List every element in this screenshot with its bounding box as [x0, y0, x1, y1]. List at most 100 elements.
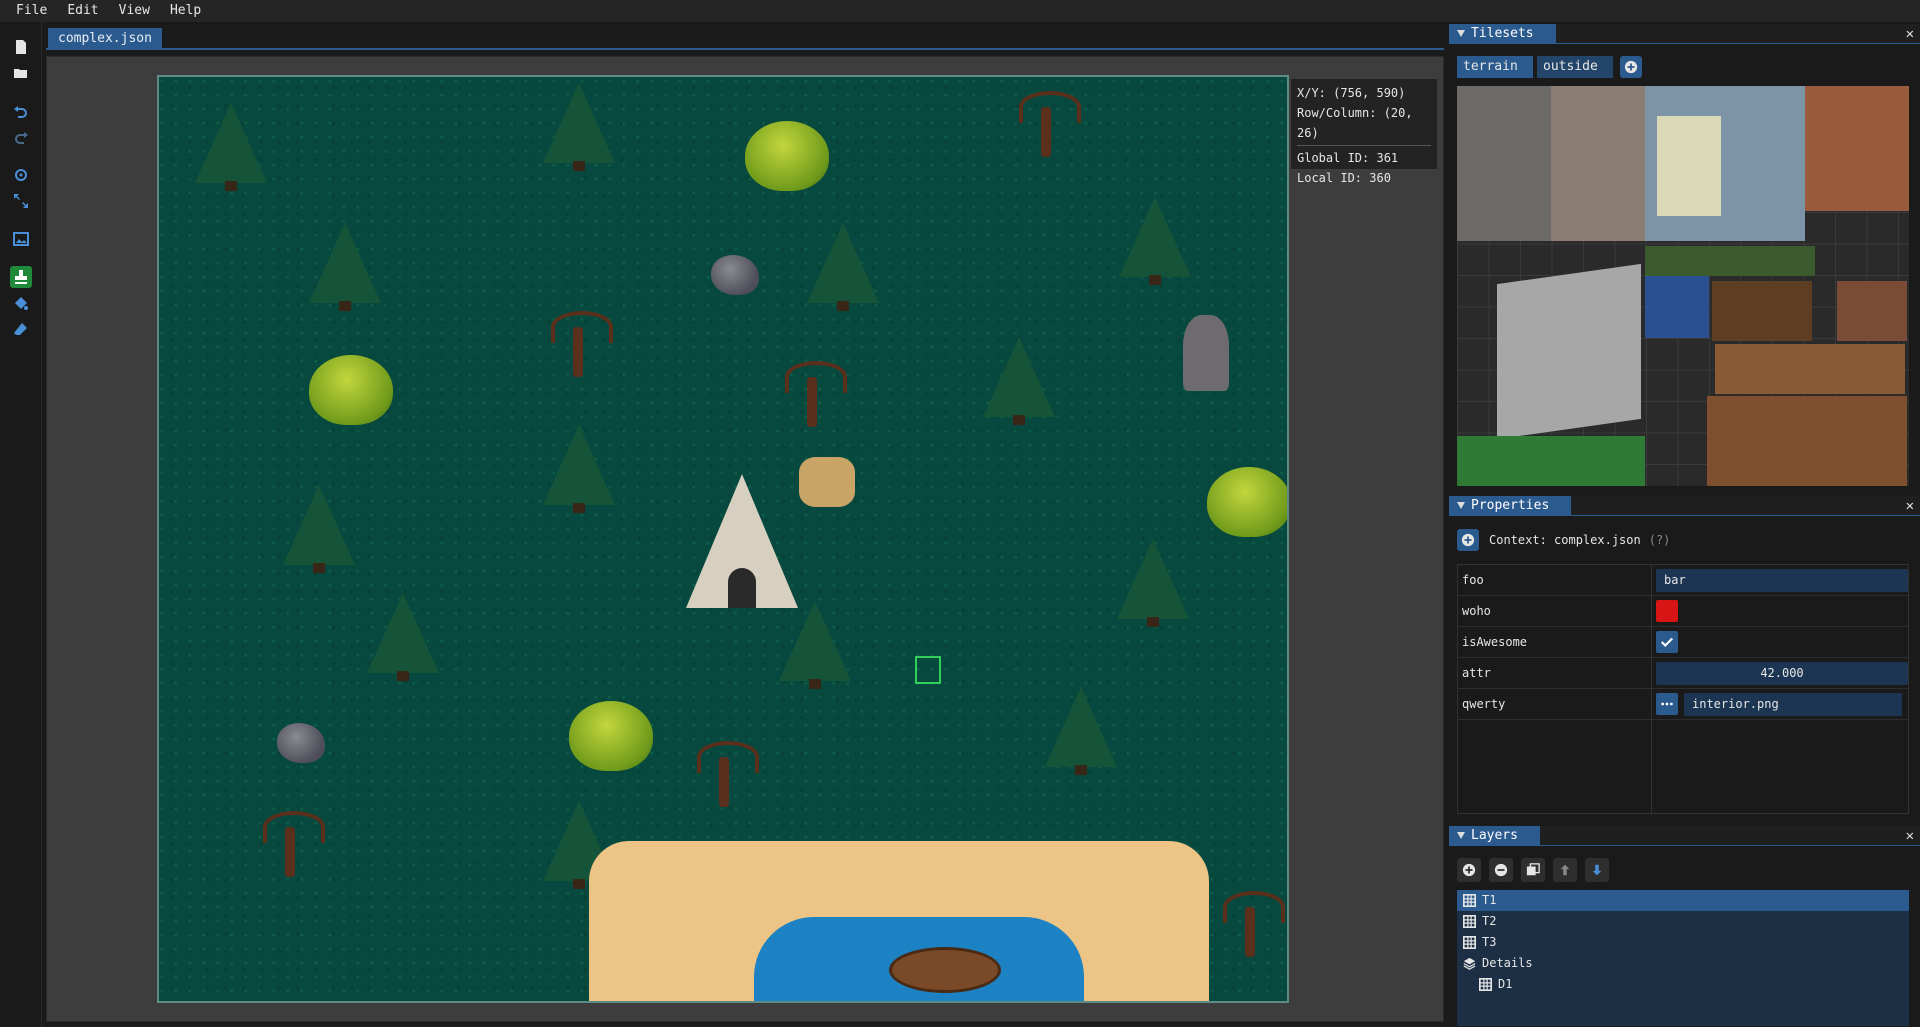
bush: [1207, 467, 1287, 537]
stone-floor-tiles: [1551, 86, 1645, 241]
layer-name: D1: [1498, 977, 1513, 991]
open-map-button[interactable]: [10, 62, 32, 84]
dead-tree: [1019, 91, 1081, 157]
tile-layer-icon: [1463, 894, 1476, 907]
property-name: foo: [1462, 573, 1484, 587]
menu-file[interactable]: File: [6, 0, 57, 22]
tile-map[interactable]: [157, 75, 1289, 1003]
bucket-tool-button[interactable]: [10, 292, 32, 314]
map-viewport[interactable]: X/Y: (756, 590) Row/Column: (20, 26) Glo…: [46, 56, 1444, 1022]
property-float-field[interactable]: 42.000: [1656, 662, 1908, 685]
tileset-tab-terrain[interactable]: terrain: [1457, 56, 1533, 78]
layer-toolbar: [1457, 858, 1617, 882]
move-layer-down-button[interactable]: [1585, 858, 1609, 882]
tile-cursor: [915, 656, 941, 684]
layer-item[interactable]: D1: [1457, 974, 1909, 995]
rock: [711, 255, 759, 295]
tilesets-panel-header: Tilesets ✕: [1449, 24, 1920, 44]
property-checkbox[interactable]: [1656, 631, 1678, 653]
property-name: attr: [1462, 666, 1491, 680]
dead-tree: [785, 361, 847, 427]
rock: [277, 723, 325, 763]
tileset-tab-outside[interactable]: outside: [1537, 56, 1613, 78]
redo-button[interactable]: [10, 126, 32, 148]
remove-layer-button[interactable]: [1489, 858, 1513, 882]
sacks: [799, 457, 855, 507]
paving-tiles: [1497, 263, 1641, 440]
property-name: isAwesome: [1462, 635, 1528, 649]
brick-wall-tiles: [1805, 86, 1909, 211]
property-row: woho: [1458, 596, 1908, 627]
close-icon[interactable]: ✕: [1906, 496, 1914, 516]
crate-tiles: [1837, 281, 1907, 341]
stamp-tool-button[interactable]: [10, 266, 32, 288]
tile-layer-icon: [1479, 978, 1492, 991]
hover-xy: X/Y: (756, 590): [1297, 86, 1406, 100]
layer-item[interactable]: T3: [1457, 932, 1909, 953]
close-icon[interactable]: ✕: [1906, 826, 1914, 846]
flower-tiles: [1645, 246, 1815, 276]
menu-edit[interactable]: Edit: [57, 0, 108, 22]
resize-map-button[interactable]: [10, 190, 32, 212]
layer-name: Details: [1482, 956, 1533, 970]
layer-item[interactable]: T2: [1457, 911, 1909, 932]
move-layer-up-button[interactable]: [1553, 858, 1577, 882]
boat: [889, 947, 1001, 993]
property-row: isAwesome: [1458, 627, 1908, 658]
new-map-button[interactable]: [10, 36, 32, 58]
tileset-view[interactable]: [1457, 86, 1909, 486]
menu-view[interactable]: View: [109, 0, 160, 22]
tile-layer-icon: [1463, 915, 1476, 928]
layer-name: T1: [1482, 893, 1497, 907]
pine-tree: [195, 103, 267, 191]
duplicate-layer-button[interactable]: [1521, 858, 1545, 882]
properties-panel-title[interactable]: Properties: [1449, 496, 1572, 516]
properties-panel-header: Properties ✕: [1449, 496, 1920, 516]
folder-open-icon: [14, 69, 27, 78]
paint-bucket-icon: [15, 297, 28, 310]
plus-icon: [1461, 533, 1475, 547]
grass-tiles: [1457, 436, 1645, 486]
property-name: woho: [1462, 604, 1491, 618]
pine-tree: [1119, 197, 1191, 285]
dead-tree: [263, 811, 325, 877]
bush: [569, 701, 653, 771]
layer-item[interactable]: Details: [1457, 953, 1909, 974]
collapse-arrow-icon[interactable]: [1457, 30, 1465, 37]
context-help[interactable]: (?): [1649, 533, 1671, 547]
eraser-tool-button[interactable]: [10, 318, 32, 340]
browse-file-button[interactable]: [1656, 693, 1678, 715]
hover-global-id: Global ID: 361: [1297, 151, 1399, 165]
checkmark-icon: [1660, 637, 1674, 648]
property-row: qwerty interior.png: [1458, 689, 1908, 720]
undo-icon: [14, 106, 27, 118]
center-viewport-button[interactable]: [10, 164, 32, 186]
layer-item[interactable]: T1: [1457, 890, 1909, 911]
collapse-arrow-icon[interactable]: [1457, 502, 1465, 509]
pine-tree: [779, 601, 851, 689]
property-name: qwerty: [1462, 697, 1506, 711]
pale-tiles: [1657, 116, 1721, 216]
group-layer-icon: [1463, 957, 1476, 970]
add-tileset-tab-button[interactable]: [1620, 56, 1642, 78]
document-tab[interactable]: complex.json: [48, 28, 162, 50]
menu-help[interactable]: Help: [160, 0, 211, 22]
menu-bar: File Edit View Help: [0, 0, 1920, 22]
blue-water-tile: [1645, 274, 1709, 338]
dead-tree: [551, 311, 613, 377]
new-file-icon: [16, 40, 26, 54]
add-layer-button[interactable]: [1457, 858, 1481, 882]
property-file-field[interactable]: interior.png: [1684, 693, 1902, 716]
add-tileset-button[interactable]: [10, 228, 32, 250]
bridge-tiles: [1715, 344, 1905, 394]
layer-name: T3: [1482, 935, 1497, 949]
moai-statue: [1183, 315, 1229, 391]
document-tab-bar: complex.json: [46, 28, 1444, 50]
close-icon[interactable]: ✕: [1906, 24, 1914, 44]
property-string-field[interactable]: bar: [1656, 569, 1908, 592]
collapse-arrow-icon[interactable]: [1457, 832, 1465, 839]
add-property-button[interactable]: [1457, 529, 1479, 551]
undo-button[interactable]: [10, 100, 32, 122]
pine-tree: [1045, 687, 1117, 775]
property-color-swatch[interactable]: [1656, 600, 1678, 622]
